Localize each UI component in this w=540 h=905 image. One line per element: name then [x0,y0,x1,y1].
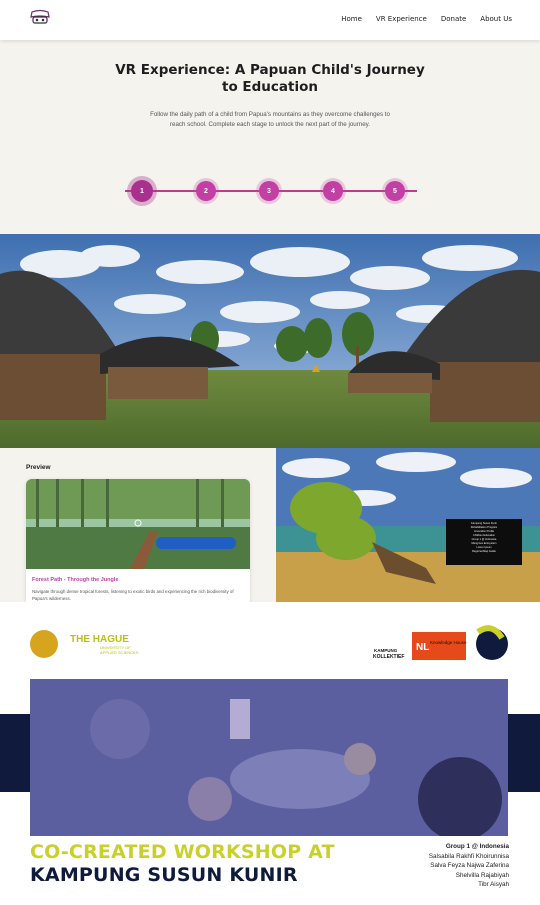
info-line: Regional Map Guide [472,550,496,553]
preview-card-title: Forest Path - Through the Jungle [32,577,119,583]
workshop-photo [30,679,508,836]
member-name: Salva Feyza Najwa Zaferina [430,862,509,870]
step-4-button[interactable]: 4 [323,181,343,201]
nav-link-vr-experience[interactable]: VR Experience [376,15,427,23]
poster-credits: Group 1 @ Indonesia Salsabila Rakhfi Kho… [429,842,509,890]
forest-path-thumbnail[interactable] [26,479,250,569]
member-name: Salsabila Rakhfi Khoirunnisa [428,852,509,860]
vr-scene-village[interactable] [0,234,540,448]
hero-section: VR Experience: A Papuan Child's Journey … [0,40,540,234]
page-title: VR Experience: A Papuan Child's Journey … [115,62,425,95]
vr-headset-logo-icon[interactable] [29,9,51,27]
poster-title-line2: KAMPUNG SUSUN KUNIR [30,864,298,886]
vr-scene-river[interactable]: Kampung Susun Kunir Rehabilitation Progr… [276,448,540,602]
top-navigation: Home VR Experience Donate About Us [0,0,540,40]
workshop-poster: THE HAGUE UNIVERSITY OF APPLIED SCIENCES… [0,602,540,905]
journey-stepper: 1 2 3 4 5 [125,179,417,203]
step-2-button[interactable]: 2 [196,181,216,201]
preview-panel: Preview Forest Path - Through the Jungle… [0,448,276,602]
svg-text:Knowledge House: Knowledge House [430,640,467,645]
step-5-button[interactable]: 5 [385,181,405,201]
nav-link-about-us[interactable]: About Us [480,15,512,23]
group-name: Group 1 @ Indonesia [445,843,509,850]
member-name: Tibr Aisyah [478,881,509,889]
scene-info-box: Kampung Susun Kunir Rehabilitation Progr… [446,519,522,565]
preview-card-description: Navigate through dense tropical forests,… [32,589,234,601]
member-name: Shelvilla Rajabiyah [455,871,509,879]
hague-logo-text: THE HAGUE [70,634,129,645]
nav-link-home[interactable]: Home [341,15,362,23]
poster-title-line1: CO-CREATED WORKSHOP AT [30,841,335,863]
svg-text:KOLLEKTIEF: KOLLEKTIEF [373,654,404,660]
hero-description: Follow the daily path of a child from Pa… [150,111,390,128]
step-1-button[interactable]: 1 [131,180,153,202]
partner-logos: THE HAGUE UNIVERSITY OF APPLIED SCIENCES… [30,625,508,660]
step-3-button[interactable]: 3 [259,181,279,201]
preview-card[interactable]: Forest Path - Through the Jungle Navigat… [26,479,250,602]
svg-text:NL: NL [416,642,429,653]
nav-link-donate[interactable]: Donate [441,15,466,23]
university-seal-icon [30,630,58,658]
preview-heading: Preview [26,464,51,471]
svg-text:KAMPUNG: KAMPUNG [374,648,398,653]
svg-text:APPLIED SCIENCES: APPLIED SCIENCES [100,650,139,655]
